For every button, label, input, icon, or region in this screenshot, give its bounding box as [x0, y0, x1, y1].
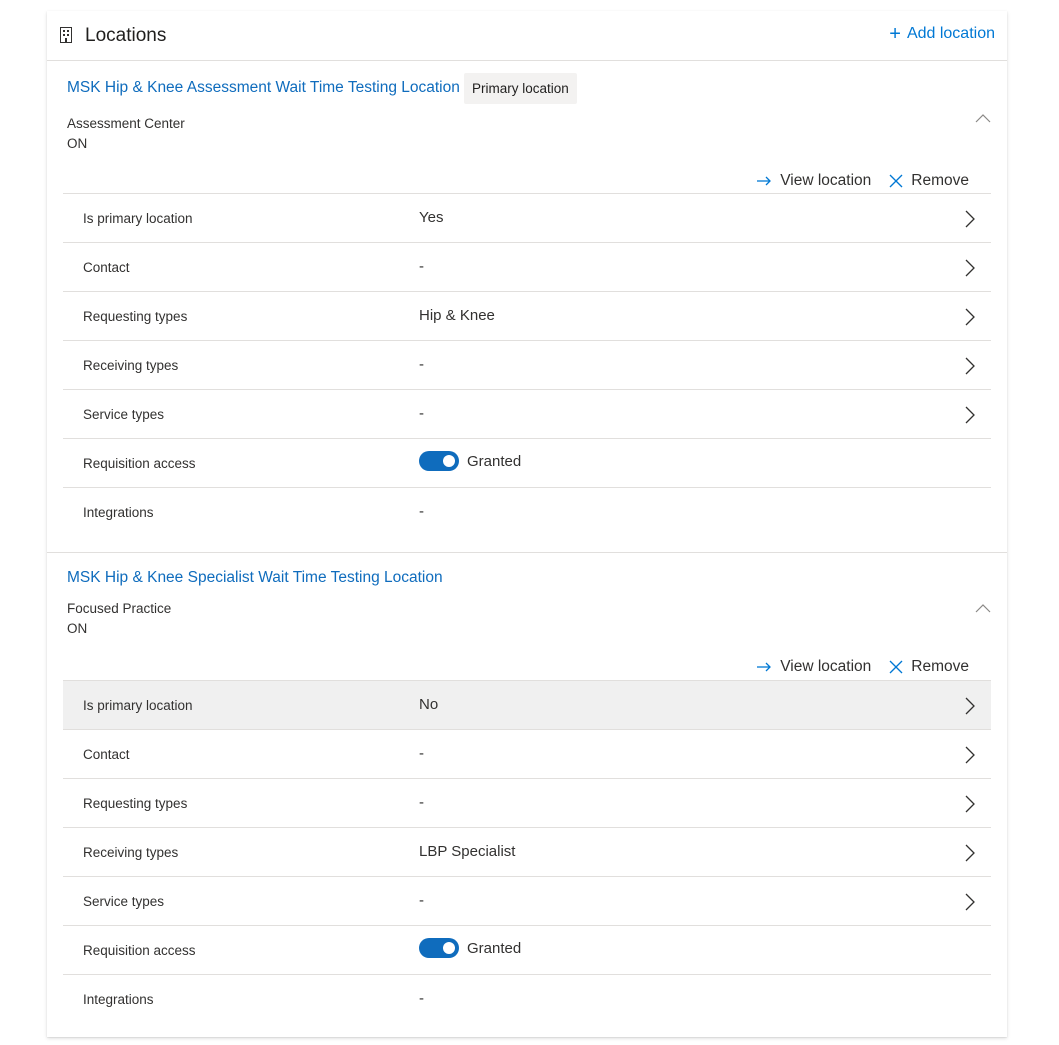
- close-icon: [889, 660, 903, 674]
- location-name-link[interactable]: MSK Hip & Knee Specialist Wait Time Test…: [67, 569, 443, 587]
- detail-row-requisition-access: Requisition access Granted: [63, 925, 991, 974]
- chevron-right-icon: [965, 746, 975, 764]
- location-name-link[interactable]: MSK Hip & Knee Assessment Wait Time Test…: [67, 79, 460, 97]
- view-location-button[interactable]: View location: [756, 658, 871, 676]
- chevron-right-icon: [965, 697, 975, 715]
- row-value: -: [419, 405, 424, 422]
- location-province: ON: [67, 136, 88, 151]
- requisition-access-toggle-group: Granted: [419, 451, 521, 471]
- remove-label: Remove: [911, 172, 969, 189]
- detail-row-requesting-types[interactable]: Requesting types Hip & Knee: [63, 291, 991, 340]
- primary-location-badge: Primary location: [464, 73, 577, 104]
- arrow-right-icon: [757, 662, 772, 672]
- chevron-right-icon: [965, 893, 975, 911]
- requisition-access-toggle[interactable]: [419, 938, 459, 958]
- location-actions: View location Remove: [756, 172, 969, 190]
- view-location-button[interactable]: View location: [756, 172, 871, 190]
- detail-row-contact[interactable]: Contact -: [63, 729, 991, 778]
- row-value: -: [419, 745, 424, 762]
- chevron-right-icon: [965, 795, 975, 813]
- row-value: -: [419, 990, 424, 1007]
- card-header: Locations + Add location: [47, 11, 1007, 61]
- chevron-right-icon: [965, 210, 975, 228]
- row-value: -: [419, 503, 424, 520]
- row-value: Yes: [419, 209, 444, 226]
- chevron-up-icon[interactable]: [975, 603, 991, 613]
- chevron-right-icon: [965, 308, 975, 326]
- building-icon: [60, 27, 72, 43]
- row-label: Service types: [83, 407, 165, 422]
- view-location-label: View location: [780, 172, 872, 189]
- row-label: Is primary location: [83, 698, 193, 713]
- row-value: -: [419, 892, 424, 909]
- detail-row-service-types[interactable]: Service types -: [63, 389, 991, 438]
- chevron-up-icon[interactable]: [975, 113, 991, 123]
- detail-row-receiving-types[interactable]: Receiving types -: [63, 340, 991, 389]
- location-type: Assessment Center: [67, 116, 185, 131]
- chevron-right-icon: [965, 259, 975, 277]
- row-label: Requisition access: [83, 943, 196, 958]
- add-location-button[interactable]: + Add location: [889, 23, 995, 45]
- row-value: -: [419, 356, 424, 373]
- row-label: Receiving types: [83, 845, 179, 860]
- row-label: Requisition access: [83, 456, 196, 471]
- location-details-list: Is primary location No Contact - Request…: [63, 680, 991, 1027]
- row-value: No: [419, 696, 439, 713]
- plus-icon: +: [889, 23, 901, 45]
- row-label: Requesting types: [83, 796, 188, 811]
- chevron-right-icon: [965, 357, 975, 375]
- location-section: MSK Hip & Knee Specialist Wait Time Test…: [47, 553, 1007, 1037]
- row-value: LBP Specialist: [419, 843, 516, 860]
- locations-card: Locations + Add location MSK Hip & Knee …: [47, 11, 1007, 1037]
- toggle-state-label: Granted: [467, 939, 522, 957]
- row-label: Integrations: [83, 992, 154, 1007]
- row-label: Service types: [83, 894, 165, 909]
- detail-row-receiving-types[interactable]: Receiving types LBP Specialist: [63, 827, 991, 876]
- add-location-label: Add location: [906, 25, 995, 42]
- row-value: -: [419, 258, 424, 275]
- chevron-right-icon: [965, 844, 975, 862]
- arrow-right-icon: [757, 176, 772, 186]
- close-icon: [889, 174, 903, 188]
- requisition-access-toggle[interactable]: [419, 451, 459, 471]
- row-value: -: [419, 794, 424, 811]
- remove-button[interactable]: Remove: [889, 172, 969, 190]
- toggle-state-label: Granted: [467, 452, 522, 470]
- row-label: Integrations: [83, 505, 154, 520]
- location-details-list: Is primary location Yes Contact - Reques…: [63, 193, 991, 540]
- location-type: Focused Practice: [67, 601, 172, 616]
- view-location-label: View location: [780, 658, 872, 675]
- detail-row-integrations: Integrations -: [63, 974, 991, 1027]
- detail-row-primary[interactable]: Is primary location No: [63, 680, 991, 729]
- chevron-right-icon: [965, 406, 975, 424]
- detail-row-contact[interactable]: Contact -: [63, 242, 991, 291]
- location-section: MSK Hip & Knee Assessment Wait Time Test…: [47, 61, 1007, 553]
- row-value: Hip & Knee: [419, 307, 495, 324]
- row-label: Contact: [83, 260, 130, 275]
- detail-row-integrations: Integrations -: [63, 487, 991, 540]
- row-label: Contact: [83, 747, 130, 762]
- detail-row-requesting-types[interactable]: Requesting types -: [63, 778, 991, 827]
- location-actions: View location Remove: [756, 658, 969, 676]
- remove-button[interactable]: Remove: [889, 658, 969, 676]
- location-province: ON: [67, 621, 88, 636]
- detail-row-requisition-access: Requisition access Granted: [63, 438, 991, 487]
- remove-label: Remove: [911, 658, 969, 675]
- detail-row-primary[interactable]: Is primary location Yes: [63, 193, 991, 242]
- row-label: Is primary location: [83, 211, 193, 226]
- row-label: Requesting types: [83, 309, 188, 324]
- detail-row-service-types[interactable]: Service types -: [63, 876, 991, 925]
- page-title: Locations: [85, 25, 167, 46]
- requisition-access-toggle-group: Granted: [419, 938, 521, 958]
- row-label: Receiving types: [83, 358, 179, 373]
